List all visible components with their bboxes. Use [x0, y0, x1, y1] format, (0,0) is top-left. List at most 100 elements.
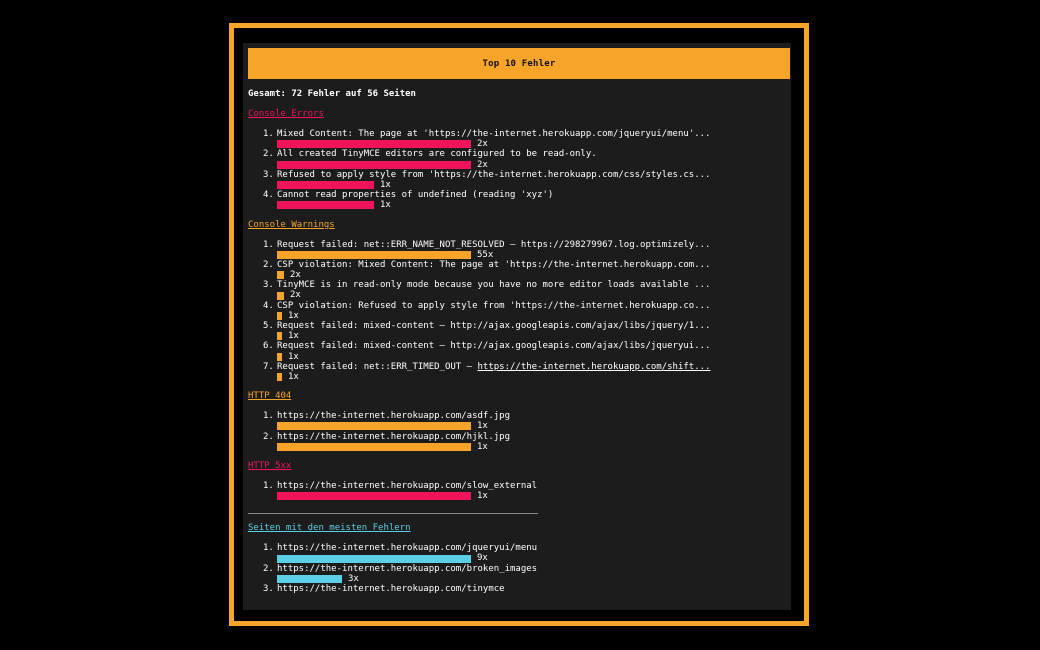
item-text: Request failed: mixed-content – http://a…: [277, 321, 711, 331]
count-label: 1x: [477, 441, 488, 452]
error-sections: Console Errors 1. Mixed Content: The page …: [248, 109, 788, 501]
console-errors-title: Console Errors: [248, 109, 324, 119]
count-bar: [277, 271, 284, 280]
count-bar-row: 1x: [277, 442, 788, 452]
list-item: 5. Request failed: mixed-content – http:/…: [248, 321, 788, 341]
count-bar-row: 1x: [277, 491, 788, 501]
pages-list-section: Seiten mit den meisten Fehlern 1. https://…: [248, 523, 788, 594]
count-bar-row: 1x: [277, 372, 788, 382]
item-message: https://the-internet.herokuapp.com/asdf.…: [277, 411, 788, 421]
section-divider: [248, 513, 538, 515]
list-item: 6. Request failed: mixed-content – http:/…: [248, 341, 788, 361]
item-text: https://the-internet.herokuapp.com/asdf.…: [277, 411, 510, 422]
count-bar-row: 1x: [277, 421, 788, 431]
item-link[interactable]: https://the-internet.herokuapp.com/shift…: [477, 362, 710, 372]
list-item: 3. https://the-internet.herokuapp.com/tin…: [248, 584, 788, 594]
count-bar-row: 2x: [277, 139, 788, 149]
report-panel: Top 10 Fehler Gesamt: 72 Fehler auf 56 S…: [229, 23, 809, 626]
list-item: 1. Request failed: net::ERR_NAME_NOT_RESO…: [248, 240, 788, 260]
count-bar-row: 2x: [277, 270, 788, 280]
item-rank: 3.: [263, 169, 274, 180]
count-label: 9x: [477, 553, 488, 564]
item-text: Refused to apply style from 'https://the…: [277, 169, 711, 180]
item-rank: 2.: [263, 431, 274, 442]
count-bar: [277, 554, 471, 563]
item-rank: 2.: [263, 149, 274, 160]
pages-section: Seiten mit den meisten Fehlern 1. https://…: [248, 523, 788, 594]
count-bar: [277, 574, 342, 583]
item-message: https://the-internet.herokuapp.com/tinym…: [277, 584, 788, 594]
item-text: All created TinyMCE editors are configur…: [277, 149, 597, 160]
report-viewport: Top 10 Fehler Gesamt: 72 Fehler auf 56 S…: [243, 43, 791, 610]
page-title: Top 10 Fehler: [482, 58, 556, 69]
list-item: 2. https://the-internet.herokuapp.com/hjk…: [248, 432, 788, 452]
count-label: 1x: [288, 371, 299, 382]
item-message: Cannot read properties of undefined (rea…: [277, 190, 788, 200]
list-item: 2. https://the-internet.herokuapp.com/bro…: [248, 564, 788, 584]
count-bar-row: 55x: [277, 250, 788, 260]
list-item: 1. Mixed Content: The page at 'https://th…: [248, 129, 788, 149]
count-bar-row: 9x: [277, 553, 788, 563]
item-message: TinyMCE is in read-only mode because you…: [277, 280, 788, 290]
http-404-section: HTTP 404 1. https://the-internet.herokuapp…: [248, 391, 788, 452]
item-rank: 5.: [263, 321, 274, 331]
count-bar: [277, 422, 471, 431]
count-label: 2x: [477, 139, 488, 150]
item-message: https://the-internet.herokuapp.com/slow_…: [277, 481, 788, 491]
count-label: 1x: [380, 179, 391, 190]
count-label: 1x: [477, 491, 488, 502]
count-bar: [277, 332, 282, 341]
count-bar-row: 1x: [277, 180, 788, 190]
count-bar: [277, 140, 471, 149]
count-bar: [277, 442, 471, 451]
list-item: 2. All created TinyMCE editors are config…: [248, 149, 788, 169]
ranked-list: 1. Request failed: net::ERR_NAME_NOT_RESO…: [248, 240, 788, 383]
count-label: 2x: [290, 290, 301, 301]
item-message: CSP violation: Refused to apply style fr…: [277, 301, 788, 311]
count-label: 1x: [288, 331, 299, 342]
item-text: https://the-internet.herokuapp.com/broke…: [277, 563, 538, 574]
item-rank: 1.: [263, 239, 274, 250]
count-label: 1x: [288, 310, 299, 321]
count-bar: [277, 250, 471, 259]
summary-total: Gesamt: 72 Fehler auf 56 Seiten: [248, 89, 416, 99]
list-item: 7. Request failed: net::ERR_TIMED_OUT – h…: [248, 362, 788, 382]
item-message: Request failed: mixed-content – http://a…: [277, 321, 788, 331]
count-label: 1x: [477, 421, 488, 432]
item-message: https://the-internet.herokuapp.com/jquer…: [277, 543, 788, 553]
count-bar-row: 1x: [277, 352, 788, 362]
count-bar: [277, 160, 471, 169]
ranked-list: 1. Mixed Content: The page at 'https://th…: [248, 129, 788, 211]
item-rank: 1.: [263, 543, 274, 554]
item-rank: 2.: [263, 259, 274, 270]
item-rank: 4.: [263, 190, 274, 201]
list-item: 2. CSP violation: Mixed Content: The page…: [248, 260, 788, 280]
count-bar-row: 2x: [277, 290, 788, 300]
http-404-title: HTTP 404: [248, 391, 292, 402]
item-text: TinyMCE is in read-only mode because you…: [277, 280, 711, 291]
item-rank: 3.: [263, 584, 274, 594]
list-item: 4. CSP violation: Refused to apply style …: [248, 301, 788, 321]
report-header: Top 10 Fehler: [248, 48, 790, 79]
item-rank: 6.: [263, 341, 274, 352]
count-bar-row: 1x: [277, 331, 788, 341]
console-warnings-title: Console Warnings: [248, 219, 335, 230]
item-rank: 1.: [263, 129, 274, 139]
item-text: https://the-internet.herokuapp.com/tinym…: [277, 584, 505, 594]
item-message: Request failed: net::ERR_NAME_NOT_RESOLV…: [277, 240, 788, 250]
item-message: All created TinyMCE editors are configur…: [277, 149, 788, 159]
count-bar: [277, 311, 282, 320]
count-bar-row: 3x: [277, 574, 788, 584]
item-text: Mixed Content: The page at 'https://the-…: [277, 129, 711, 139]
item-message: Refused to apply style from 'https://the…: [277, 170, 788, 180]
report-content: Gesamt: 72 Fehler auf 56 Seiten Console …: [248, 89, 788, 594]
item-rank: 1.: [263, 480, 274, 491]
item-text: CSP violation: Mixed Content: The page a…: [277, 259, 711, 270]
http-5xx-section: HTTP 5xx 1. https://the-internet.herokuapp…: [248, 461, 788, 501]
count-bar: [277, 492, 471, 501]
item-rank: 4.: [263, 300, 274, 311]
ranked-list: 1. https://the-internet.herokuapp.com/slo…: [248, 481, 788, 501]
list-item: 1. https://the-internet.herokuapp.com/jqu…: [248, 543, 788, 563]
item-rank: 7.: [263, 361, 274, 372]
item-rank: 2.: [263, 563, 274, 574]
